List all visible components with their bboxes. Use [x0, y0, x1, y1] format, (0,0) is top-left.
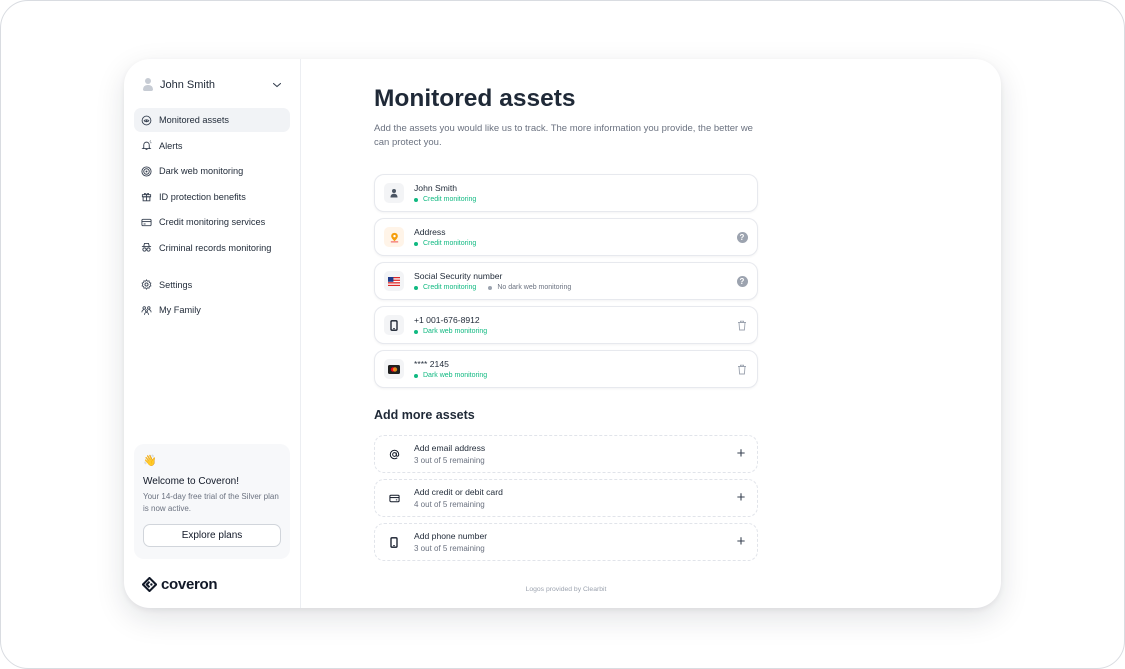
asset-card-address[interactable]: Address Credit monitoring ?: [374, 218, 758, 256]
asset-title: **** 2145: [414, 359, 449, 369]
sidebar-item-label: My Family: [159, 305, 201, 316]
promo-title: Welcome to Coveron!: [143, 476, 239, 487]
help-icon[interactable]: ?: [736, 275, 748, 287]
sidebar-nav: Monitored assets Alerts Dark web monitor…: [134, 108, 290, 324]
brand-name: coveron: [161, 576, 218, 593]
chevron-down-icon: [272, 82, 282, 88]
promo-text: Your 14-day free trial of the Silver pla…: [143, 492, 279, 513]
sidebar-item-alerts[interactable]: Alerts: [134, 134, 290, 158]
status-badge: Credit monitoring: [414, 284, 476, 291]
phone-icon: [384, 315, 404, 335]
page-subtitle: Add the assets you would like us to trac…: [374, 123, 753, 148]
sidebar-item-criminal-records-monitoring[interactable]: Criminal records monitoring: [134, 236, 290, 260]
add-item-remaining: 3 out of 5 remaining: [414, 544, 485, 553]
clearbit-attribution: Logos provided by Clearbit: [525, 586, 607, 593]
sidebar-item-label: Alerts: [159, 140, 183, 151]
us-flag-icon: [384, 271, 404, 291]
sidebar-item-my-family[interactable]: My Family: [134, 298, 290, 322]
sidebar-item-dark-web-monitoring[interactable]: Dark web monitoring: [134, 159, 290, 183]
add-item-title: Add email address: [414, 443, 486, 453]
sidebar-item-label: Credit monitoring services: [159, 217, 266, 228]
waving-hand-icon: 👋: [143, 455, 157, 467]
status-badge: Dark web monitoring: [414, 328, 487, 335]
add-phone-button[interactable]: Add phone number 3 out of 5 remaining +: [374, 523, 758, 561]
welcome-promo-card: 👋 Welcome to Coveron! Your 14-day free t…: [134, 444, 290, 559]
asset-card-ssn[interactable]: Social Security number Credit monitoring…: [374, 262, 758, 300]
add-email-button[interactable]: Add email address 3 out of 5 remaining +: [374, 435, 758, 473]
app-window: John Smith Monitored assets Alerts Dark …: [124, 59, 1001, 608]
page-title: Monitored assets: [374, 85, 576, 112]
sidebar-item-id-protection-benefits[interactable]: ID protection benefits: [134, 185, 290, 209]
trash-icon[interactable]: [736, 319, 748, 331]
plus-icon[interactable]: +: [734, 490, 748, 505]
brand-logo[interactable]: coveron: [142, 576, 218, 593]
coveron-logo-icon: [142, 577, 157, 592]
add-item-title: Add credit or debit card: [414, 487, 503, 497]
sidebar-item-label: Monitored assets: [159, 115, 229, 125]
status-badge: Credit monitoring: [414, 196, 476, 203]
detective-icon: [141, 242, 152, 253]
sidebar-item-monitored-assets[interactable]: Monitored assets: [134, 108, 290, 132]
asset-title: +1 001-676-8912: [414, 315, 480, 325]
sidebar-item-label: ID protection benefits: [159, 191, 246, 202]
family-icon: [141, 305, 152, 316]
add-item-title: Add phone number: [414, 531, 488, 541]
target-icon: [141, 166, 152, 177]
status-badge: Dark web monitoring: [414, 372, 487, 379]
sidebar: John Smith Monitored assets Alerts Dark …: [124, 59, 301, 608]
location-pin-icon: [384, 227, 404, 247]
plus-icon[interactable]: +: [734, 534, 748, 549]
card-icon: [384, 488, 404, 508]
asset-title: John Smith: [414, 183, 457, 193]
main-content: Monitored assets Add the assets you woul…: [301, 59, 1001, 608]
sidebar-item-label: Criminal records monitoring: [159, 242, 272, 253]
add-item-remaining: 3 out of 5 remaining: [414, 456, 485, 465]
add-item-remaining: 4 out of 5 remaining: [414, 500, 485, 509]
asset-card-card[interactable]: **** 2145 Dark web monitoring: [374, 350, 758, 388]
gear-icon: [141, 279, 152, 290]
sidebar-item-credit-monitoring-services[interactable]: Credit monitoring services: [134, 210, 290, 234]
sidebar-item-settings[interactable]: Settings: [134, 273, 290, 297]
asset-card-name[interactable]: John Smith Credit monitoring: [374, 174, 758, 212]
eye-scan-icon: [141, 115, 152, 126]
mastercard-icon: [384, 359, 404, 379]
status-badge: Credit monitoring: [414, 240, 476, 247]
add-more-assets-heading: Add more assets: [374, 408, 475, 422]
plus-icon[interactable]: +: [734, 446, 748, 461]
add-card-button[interactable]: Add credit or debit card 4 out of 5 rema…: [374, 479, 758, 517]
asset-card-phone[interactable]: +1 001-676-8912 Dark web monitoring: [374, 306, 758, 344]
status-badge: No dark web monitoring: [488, 284, 571, 291]
user-menu[interactable]: John Smith: [134, 73, 290, 97]
user-name: John Smith: [160, 79, 216, 91]
asset-title: Social Security number: [414, 271, 503, 281]
monitored-asset-list: John Smith Credit monitoring Address Cre…: [374, 174, 758, 394]
gift-icon: [141, 191, 152, 202]
explore-plans-button[interactable]: Explore plans: [143, 524, 281, 547]
asset-title: Address: [414, 227, 446, 237]
user-avatar-icon: [142, 78, 154, 92]
person-icon: [384, 183, 404, 203]
trash-icon[interactable]: [736, 363, 748, 375]
help-icon[interactable]: ?: [736, 231, 748, 243]
credit-card-icon: [141, 217, 152, 228]
bell-icon: [141, 140, 152, 151]
sidebar-item-label: Settings: [159, 279, 193, 290]
phone-icon: [384, 532, 404, 552]
at-sign-icon: [384, 444, 404, 464]
sidebar-item-label: Dark web monitoring: [159, 166, 244, 177]
add-asset-list: Add email address 3 out of 5 remaining +…: [374, 435, 758, 567]
